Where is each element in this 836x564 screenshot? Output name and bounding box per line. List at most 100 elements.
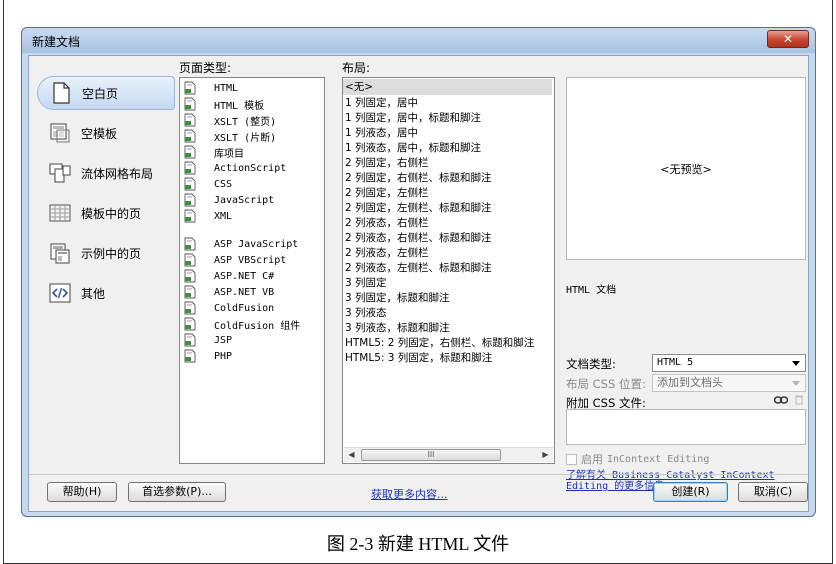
close-icon: ✕ <box>782 32 794 46</box>
document-icon <box>184 209 196 223</box>
doc-type-select[interactable]: HTML 5 <box>652 354 806 372</box>
category-page-from-sample[interactable]: 示例中的页 <box>37 236 175 270</box>
page-type-item[interactable]: ActionScript <box>184 160 286 176</box>
new-document-dialog: 新建文档 ✕ 空白页 空模板 流体网格布局 模板中的页 示例中的页 其他 页面类… <box>21 27 816 517</box>
layout-item[interactable]: HTML5: 3 列固定，标题和脚注 <box>345 350 492 366</box>
document-icon <box>184 161 196 175</box>
layout-item[interactable]: 2 列液态，右侧栏、标题和脚注 <box>345 230 492 246</box>
category-other[interactable]: 其他 <box>37 276 175 310</box>
layout-list[interactable]: <无> 1 列固定，居中 1 列固定，居中，标题和脚注 1 列液态，居中 1 列… <box>342 77 555 464</box>
page-type-item[interactable]: ASP JavaScript <box>184 236 298 252</box>
layout-label: 布局: <box>342 61 371 75</box>
layout-item[interactable]: 2 列液态，左侧栏 <box>345 245 429 261</box>
category-fluid-grid[interactable]: 流体网格布局 <box>37 156 175 190</box>
document-icon <box>184 97 196 111</box>
figure-caption: 图 2-3 新建 HTML 文件 <box>326 534 510 554</box>
document-icon <box>184 145 196 159</box>
category-blank-page[interactable]: 空白页 <box>37 76 175 110</box>
category-label: 空模板 <box>81 126 118 141</box>
layout-item[interactable]: 1 列固定，居中，标题和脚注 <box>345 110 481 126</box>
layout-css-select: 添加到文档头 <box>652 374 806 392</box>
page-type-item[interactable]: XSLT (片断) <box>184 128 276 144</box>
layout-item[interactable]: 1 列固定，居中 <box>345 95 418 111</box>
layout-css-label: 布局 CSS 位置: <box>566 377 646 391</box>
trash-icon[interactable] <box>794 394 804 405</box>
page-type-item[interactable]: XSLT (整页) <box>184 112 276 128</box>
dialog-title: 新建文档 <box>32 35 81 49</box>
preview-pane: <无预览> <box>566 77 806 260</box>
dialog-body: 空白页 空模板 流体网格布局 模板中的页 示例中的页 其他 页面类型: HTML… <box>28 55 809 512</box>
document-icon <box>184 113 196 127</box>
document-icon <box>184 269 196 283</box>
doc-type-label: 文档类型: <box>566 357 616 371</box>
incontext-editing-option[interactable]: 启用 InContext Editing <box>566 451 709 467</box>
page-type-item[interactable]: ASP.NET C# <box>184 268 274 284</box>
page-type-item[interactable]: JavaScript <box>184 192 274 208</box>
preferences-button[interactable]: 首选参数(P)... <box>128 482 226 502</box>
layout-horizontal-scrollbar[interactable]: ◀ III ▶ <box>344 447 553 462</box>
layout-item[interactable]: 2 列固定，左侧栏、标题和脚注 <box>345 200 492 216</box>
layout-item[interactable]: 2 列液态，左侧栏、标题和脚注 <box>345 260 492 276</box>
fluid-grid-icon <box>49 163 71 183</box>
page-type-item[interactable]: ColdFusion <box>184 300 274 316</box>
layout-item[interactable]: 2 列固定，右侧栏 <box>345 155 429 171</box>
page-type-list[interactable]: HTML HTML 模板 XSLT (整页) XSLT (片断) 库项目 Act… <box>179 77 325 464</box>
layout-item[interactable]: 2 列固定，右侧栏、标题和脚注 <box>345 170 492 186</box>
document-icon <box>184 253 196 267</box>
page-type-item[interactable]: ASP VBScript <box>184 252 286 268</box>
css-file-actions <box>774 394 804 405</box>
document-icon <box>184 285 196 299</box>
layout-item[interactable]: 1 列液态，居中 <box>345 125 418 141</box>
page-from-sample-icon <box>50 243 70 264</box>
layout-item[interactable]: 3 列固定，标题和脚注 <box>345 290 450 306</box>
attached-css-list[interactable] <box>566 409 806 445</box>
page-type-item[interactable]: ASP.NET VB <box>184 284 274 300</box>
cancel-button[interactable]: 取消(C) <box>738 482 808 502</box>
help-button[interactable]: 帮助(H) <box>47 482 117 502</box>
layout-item[interactable]: HTML5: 2 列固定，右侧栏、标题和脚注 <box>345 335 534 351</box>
category-label: 其他 <box>81 286 106 301</box>
chevron-down-icon <box>792 381 800 386</box>
page-type-item[interactable]: HTML 模板 <box>184 96 264 112</box>
category-label: 流体网格布局 <box>81 166 154 181</box>
page-type-item[interactable]: ColdFusion 组件 <box>184 316 300 332</box>
page-from-template-icon <box>49 204 71 222</box>
footer-divider <box>29 474 808 475</box>
page-type-item[interactable]: CSS <box>184 176 232 192</box>
page-type-label: 页面类型: <box>179 61 232 75</box>
get-more-content-link[interactable]: 获取更多内容... <box>371 486 448 502</box>
page-type-item[interactable]: HTML <box>184 80 238 96</box>
blank-template-icon <box>50 123 70 143</box>
category-label: 空白页 <box>82 86 119 101</box>
layout-item[interactable]: 3 列液态 <box>345 305 387 321</box>
document-icon <box>184 349 196 363</box>
document-icon <box>184 301 196 315</box>
document-icon <box>184 193 196 207</box>
link-icon[interactable] <box>774 395 788 405</box>
category-page-from-template[interactable]: 模板中的页 <box>37 196 175 230</box>
create-button[interactable]: 创建(R) <box>653 482 728 502</box>
grip-icon: III <box>427 450 435 459</box>
scroll-thumb[interactable]: III <box>361 449 501 461</box>
document-icon <box>184 237 196 251</box>
chevron-down-icon <box>792 361 800 366</box>
category-blank-template[interactable]: 空模板 <box>37 116 175 150</box>
incontext-checkbox[interactable] <box>566 453 577 465</box>
document-icon <box>184 317 196 331</box>
layout-item[interactable]: 1 列液态，居中，标题和脚注 <box>345 140 481 156</box>
other-code-icon <box>49 283 71 303</box>
layout-item[interactable]: 3 列液态，标题和脚注 <box>345 320 450 336</box>
scroll-left-arrow-icon[interactable]: ◀ <box>344 448 359 462</box>
layout-item[interactable]: 2 列液态，右侧栏 <box>345 215 429 231</box>
layout-item[interactable]: <无> <box>343 79 552 95</box>
page-type-item[interactable]: XML <box>184 208 232 224</box>
layout-item[interactable]: 3 列固定 <box>345 275 387 291</box>
page-type-item[interactable]: JSP <box>184 332 232 348</box>
page-type-item[interactable]: PHP <box>184 348 232 364</box>
title-bar[interactable]: 新建文档 ✕ <box>22 28 815 53</box>
page-type-item[interactable]: 库项目 <box>184 144 244 160</box>
close-button[interactable]: ✕ <box>767 30 809 48</box>
category-label: 模板中的页 <box>81 206 142 221</box>
scroll-right-arrow-icon[interactable]: ▶ <box>538 448 553 462</box>
layout-item[interactable]: 2 列固定，左侧栏 <box>345 185 429 201</box>
